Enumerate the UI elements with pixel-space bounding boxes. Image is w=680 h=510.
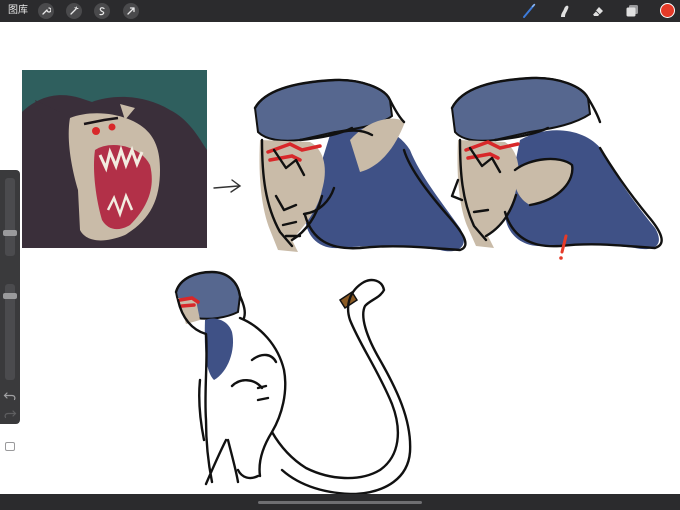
sketch-arrow — [213, 179, 242, 193]
modify-button[interactable] — [5, 442, 15, 451]
opacity-handle[interactable] — [3, 293, 17, 299]
redo-icon[interactable] — [3, 408, 17, 420]
helmet-sketch-2 — [450, 76, 663, 260]
brush-sidebar — [0, 170, 20, 451]
drawing-canvas[interactable] — [0, 0, 680, 510]
reference-photo — [22, 70, 207, 248]
undo-icon[interactable] — [3, 390, 17, 402]
helmet-sketch-1 — [253, 78, 467, 252]
bottom-bar — [0, 494, 680, 510]
home-indicator[interactable] — [258, 501, 422, 504]
brush-size-handle[interactable] — [3, 229, 17, 236]
brush-size-slider[interactable] — [5, 178, 15, 256]
full-body-sketch — [174, 270, 412, 496]
